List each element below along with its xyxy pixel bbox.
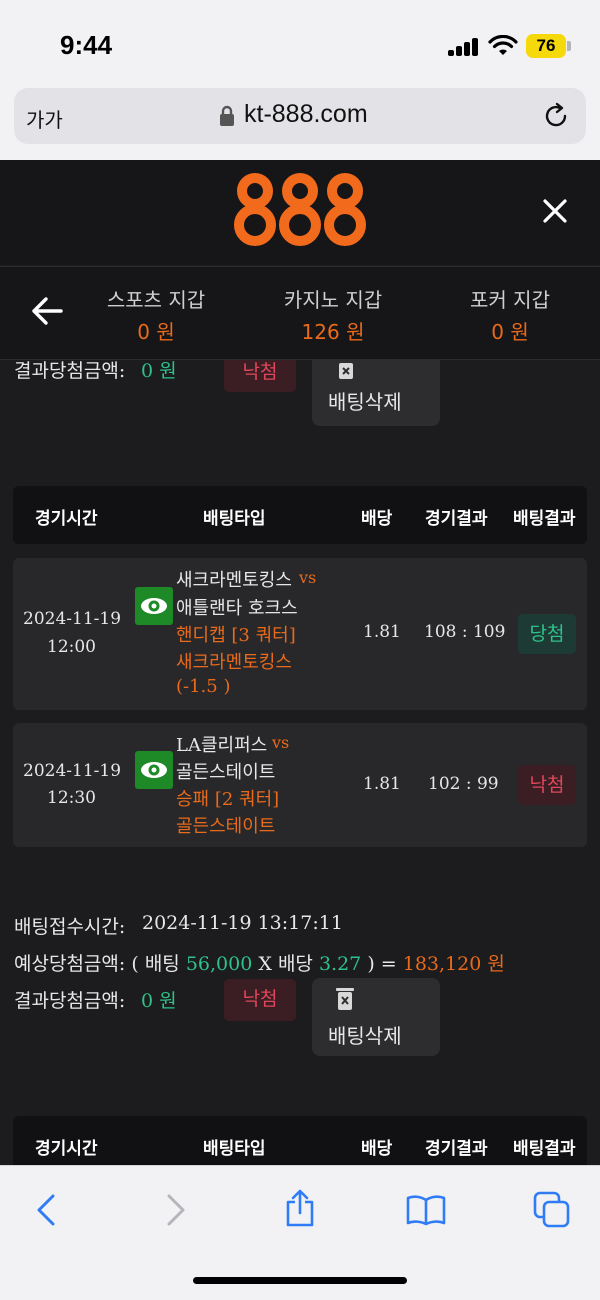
close-icon[interactable] [540,196,570,226]
table-row: 2024-11-19 12:00 새크라멘토킹스 vs 애틀랜타 호크스 핸디캡… [13,558,587,710]
wallet-poker-label[interactable]: 포커 지갑 [430,284,590,313]
wallet-bar [0,266,600,360]
away-team: 애틀랜타 호크스 [176,598,298,619]
game-date: 2024-11-19 [23,609,122,629]
game-odds: 1.81 [363,622,401,642]
battery-tip [567,41,571,51]
bookmarks-icon[interactable] [405,1194,447,1226]
tabs-icon[interactable] [533,1191,571,1229]
trash-icon [336,988,354,1010]
th-bet-result: 배팅결과 [513,1139,576,1159]
game-odds: 1.81 [363,774,401,794]
th-bet-type: 배팅타입 [203,509,266,529]
eye-icon[interactable] [135,751,173,789]
th-game-result: 경기결과 [425,509,488,529]
game-time: 12:00 [47,637,96,657]
expected-payout-label: 예상당첨금액: [14,953,126,975]
bet-pick: 골든스테이트 [176,816,276,837]
battery-icon: 76 [526,34,566,58]
th-game-time: 경기시간 [35,509,98,529]
wallet-casino-label[interactable]: 카지노 지갑 [253,284,413,313]
game-date: 2024-11-19 [23,761,122,781]
eye-icon[interactable] [135,587,173,625]
bet-status-badge: 낙첨 [224,979,296,1021]
open-paren: ( [131,953,139,975]
bet-result-badge: 낙첨 [518,765,576,805]
forward-icon[interactable] [164,1194,188,1226]
delete-bet-label: 배팅삭제 [328,390,402,414]
game-time: 12:30 [47,788,96,808]
trash-icon [339,363,353,379]
wifi-icon [488,35,518,55]
bet-type: 핸디캡 [3 쿼터] [176,625,296,646]
bet-pick: 새크라멘토킹스 [176,652,292,673]
bet-status-badge: 낙첨 [224,360,296,392]
home-team: LA클리퍼스 [176,735,268,756]
home-indicator [193,1277,407,1284]
away-team: 골든스테이트 [176,762,276,783]
text-size-button[interactable]: 가가 [26,104,63,133]
game-score: 102 : 99 [428,774,499,794]
url-text[interactable]: kt-888.com [244,100,368,129]
th-bet-type: 배팅타입 [203,1139,266,1159]
delete-bet-button[interactable]: 배팅삭제 [312,360,440,426]
close-equals: ) = [367,953,397,975]
result-amount-label: 결과당첨금액: [14,990,126,1012]
wallet-sports-label[interactable]: 스포츠 지갑 [76,284,236,313]
back-icon[interactable] [34,1194,58,1226]
times-sign: X [258,953,272,975]
reload-icon[interactable] [542,102,570,130]
signal-icon [448,38,480,56]
delete-bet-label: 배팅삭제 [328,1024,402,1048]
table-header: 경기시간 배팅타입 배당 경기결과 배팅결과 [13,486,587,544]
wallet-sports-value: 0 원 [137,320,175,344]
wallet-poker-value: 0 원 [491,320,529,344]
total-odds-value: 3.27 [318,953,362,975]
expected-payout-row: 예상당첨금액: ( 배팅 56,000 X 배당 3.27 ) = 183,12… [14,949,505,976]
th-game-time: 경기시간 [35,1139,98,1159]
lock-icon [220,105,234,126]
table-row: 2024-11-19 12:30 LA클리퍼스 vs 골든스테이트 승패 [2 … [13,723,587,847]
bet-list: 결과당첨금액: 0 원 낙첨 배팅삭제 경기시간 배팅타입 배당 경기결과 배팅… [0,360,600,1165]
vs-label: vs [272,733,290,752]
result-amount-label: 결과당첨금액: [14,360,126,382]
bet-result-badge: 당첨 [518,614,576,654]
back-arrow-icon[interactable] [30,296,64,326]
th-bet-result: 배팅결과 [513,509,576,529]
table-header: 경기시간 배팅타입 배당 경기결과 배팅결과 [13,1116,587,1165]
result-amount-value: 0 원 [141,360,177,382]
game-score: 108 : 109 [424,622,506,642]
vs-label: vs [299,568,317,587]
delete-bet-button[interactable]: 배팅삭제 [312,978,440,1056]
wallet-casino-value: 126 원 [301,320,365,344]
status-time: 9:44 [60,30,113,60]
th-game-result: 경기결과 [425,1139,488,1159]
bet-type: 승패 [2 쿼터] [176,789,280,810]
th-odds: 배당 [361,1139,393,1159]
bet-time-value: 2024-11-19 13:17:11 [142,912,343,934]
stake-value: 56,000 [185,953,253,975]
bet-time-label: 배팅접수시간: [14,916,126,938]
odds-word: 배당 [277,953,313,975]
th-odds: 배당 [361,509,393,529]
logo-888[interactable] [233,170,367,250]
expected-payout-value: 183,120 원 [402,953,505,975]
result-amount-value: 0 원 [141,990,177,1012]
bet-word: 배팅 [144,953,180,975]
share-icon[interactable] [284,1188,316,1228]
bet-line: (-1.5 ) [176,676,231,697]
home-team: 새크라멘토킹스 [176,570,292,591]
